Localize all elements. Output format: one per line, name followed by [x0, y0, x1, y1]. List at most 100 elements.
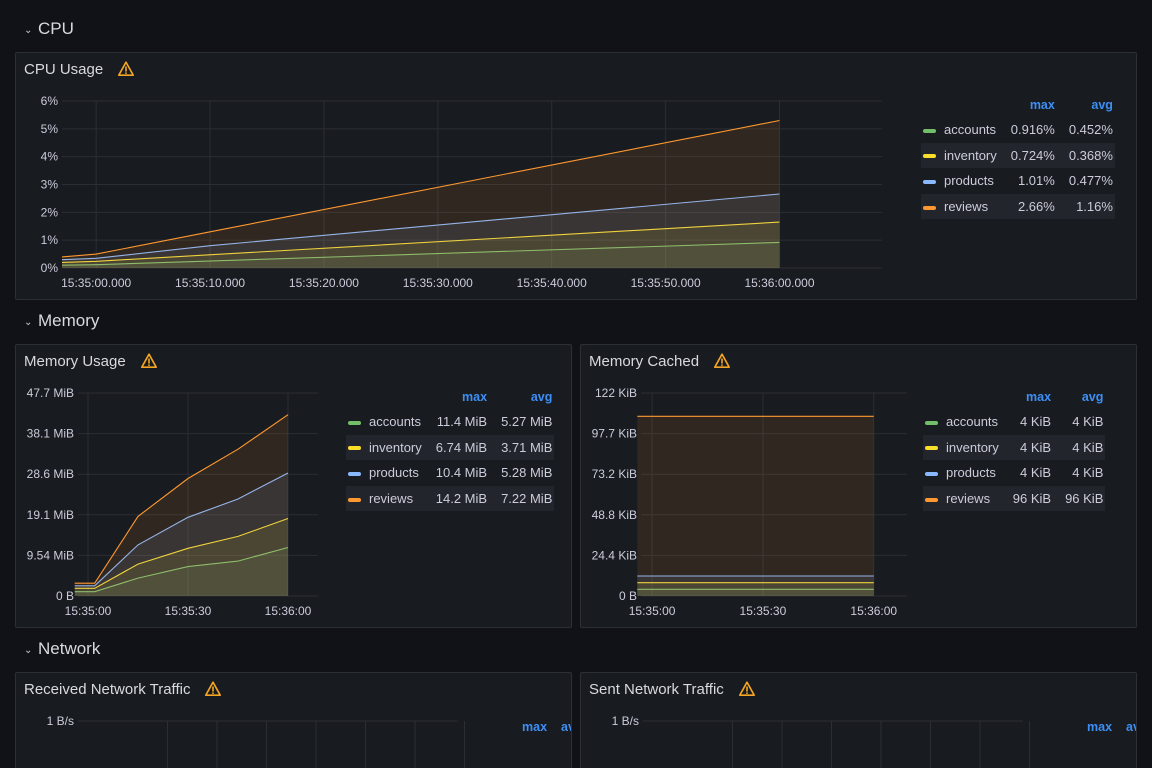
legend-series-inventory[interactable]: inventory 0.724% 0.368% — [921, 142, 1115, 169]
legend-header-row: maxavg — [923, 385, 1105, 409]
legend-name: inventory — [942, 434, 1001, 461]
legend-name: reviews — [942, 485, 1001, 512]
legend-sort-avg[interactable]: avg — [489, 385, 554, 409]
legend-max: 0.916% — [1010, 122, 1055, 138]
legend-avg: 0.477% — [1068, 173, 1113, 189]
y-tick-label: 0 B — [56, 589, 74, 603]
legend-name: accounts — [946, 414, 999, 430]
legend-name: accounts — [369, 414, 422, 430]
legend-sort-avg[interactable]: avg — [1114, 715, 1136, 739]
legend-series-products[interactable]: products 10.4 MiB 5.28 MiB — [346, 460, 554, 486]
panel-received-network-traffic: Received Network Traffic 1 B/s maxavg — [15, 672, 572, 768]
chart-sent-network-traffic: 1 B/s — [612, 714, 1030, 768]
legend-swatch — [348, 446, 361, 451]
legend-sort-avg[interactable]: avg — [1053, 385, 1105, 409]
row-toggle-memory[interactable]: ⌄ Memory — [24, 311, 99, 331]
legend-avg: 4 KiB — [1072, 414, 1104, 430]
legend-swatch — [923, 154, 936, 159]
x-tick-label: 15:35:50.000 — [631, 276, 701, 290]
legend-series-accounts[interactable]: accounts 0.916% 0.452% — [921, 117, 1115, 143]
y-tick-label: 73.2 KiB — [592, 467, 637, 481]
row-toggle-cpu[interactable]: ⌄ CPU — [24, 19, 74, 39]
legend-sort-max[interactable]: max — [1075, 715, 1114, 739]
y-tick-label: 9.54 MiB — [27, 548, 74, 562]
chevron-down-icon: ⌄ — [24, 24, 33, 36]
legend-avg: 4 KiB — [1072, 465, 1104, 481]
y-tick-label: 6% — [41, 94, 59, 108]
series-area-reviews — [62, 120, 780, 268]
legend-max: 10.4 MiB — [435, 465, 488, 481]
legend-avg: 0.368% — [1056, 142, 1115, 169]
legend-series-reviews[interactable]: reviews 2.66% 1.16% — [921, 193, 1115, 220]
legend-swatch — [923, 205, 936, 210]
x-tick-label: 15:35:00.000 — [61, 276, 131, 290]
series-area-reviews — [74, 414, 288, 596]
legend-series-accounts[interactable]: accounts 11.4 MiB 5.27 MiB — [346, 409, 554, 435]
y-tick-label: 47.7 MiB — [27, 386, 74, 400]
legend-sort-max[interactable]: max — [1001, 385, 1053, 409]
panel-sent-network-traffic: Sent Network Traffic 1 B/s maxavg — [580, 672, 1137, 768]
chart-received-network-traffic: 1 B/s — [47, 714, 465, 768]
y-tick-label: 3% — [41, 178, 59, 192]
y-tick-label: 4% — [41, 150, 59, 164]
legend-avg: 0.452% — [1068, 122, 1113, 138]
legend-series-products[interactable]: products 4 KiB 4 KiB — [923, 460, 1105, 486]
legend-avg: 3.71 MiB — [489, 434, 555, 461]
y-tick-label: 5% — [41, 122, 59, 136]
x-tick-label: 15:35:30.000 — [403, 276, 473, 290]
legend-received-network-traffic: maxavg — [482, 715, 571, 739]
legend-header-row: maxavg — [921, 93, 1115, 117]
legend-header-row: maxavg — [346, 385, 554, 409]
legend-swatch — [923, 128, 936, 133]
legend-max: 2.66% — [998, 193, 1057, 220]
legend-sort-avg[interactable]: avg — [1057, 93, 1115, 117]
legend-series-accounts[interactable]: accounts 4 KiB 4 KiB — [923, 409, 1105, 435]
legend-sort-max[interactable]: max — [510, 715, 549, 739]
legend-max: 1.01% — [1017, 173, 1055, 189]
legend-name: inventory — [365, 434, 424, 461]
chart-memory-usage: 0 B 9.54 MiB 19.1 MiB 28.6 MiB 38.1 MiB 47.7 … — [27, 386, 318, 618]
legend-name: inventory — [940, 142, 999, 169]
legend-swatch — [923, 180, 936, 185]
y-tick-label: 97.7 KiB — [592, 427, 637, 441]
legend-sort-max[interactable]: max — [999, 93, 1057, 117]
x-tick-label: 15:36:00 — [850, 604, 897, 618]
x-tick-label: 15:35:10.000 — [175, 276, 245, 290]
chevron-down-icon: ⌄ — [24, 644, 33, 656]
legend-header-row: maxavg — [1047, 715, 1136, 739]
y-tick-label: 1 B/s — [612, 714, 639, 728]
x-tick-label: 15:36:00 — [265, 604, 312, 618]
legend-avg: 1.16% — [1056, 193, 1115, 220]
legend-memory-cached: max avg accounts 4 KiB 4 KiB inventory 4 KiB 4 … — [923, 385, 1106, 512]
chart-memory-cached: 0 B 24.4 KiB 48.8 KiB 73.2 KiB 97.7 KiB 122 K… — [592, 386, 907, 618]
row-toggle-network[interactable]: ⌄ Network — [24, 639, 100, 659]
legend-sent-network-traffic: maxavg — [1047, 715, 1136, 739]
legend-max: 96 KiB — [1000, 485, 1054, 512]
legend-series-inventory[interactable]: inventory 4 KiB 4 KiB — [923, 434, 1106, 461]
legend-name: accounts — [944, 122, 997, 138]
legend-series-reviews[interactable]: reviews 14.2 MiB 7.22 MiB — [346, 485, 555, 512]
legend-name: products — [946, 465, 996, 481]
y-tick-label: 1 B/s — [47, 714, 74, 728]
legend-swatch — [925, 446, 938, 451]
legend-series-products[interactable]: products 1.01% 0.477% — [921, 168, 1115, 194]
series-area-reviews — [637, 416, 874, 596]
legend-avg: 7.22 MiB — [489, 485, 555, 512]
legend-sort-avg[interactable]: avg — [549, 715, 571, 739]
x-tick-label: 15:36:00.000 — [744, 276, 814, 290]
legend-max: 4 KiB — [1000, 434, 1054, 461]
legend-cpu-usage: max avg accounts 0.916% 0.452% inventory 0.724… — [921, 93, 1115, 220]
row-title-network: Network — [38, 639, 101, 658]
legend-header-row: maxavg — [482, 715, 571, 739]
legend-name: reviews — [940, 193, 999, 220]
chart-cpu-usage: 0% 1% 2% 3% 4% 5% 6% 15:35:00.000 15:35:10.000 15… — [41, 94, 882, 290]
legend-swatch — [348, 472, 361, 477]
legend-swatch — [348, 420, 361, 425]
legend-sort-max[interactable]: max — [424, 385, 489, 409]
y-tick-label: 28.6 MiB — [27, 467, 74, 481]
legend-series-reviews[interactable]: reviews 96 KiB 96 KiB — [923, 485, 1106, 512]
legend-avg: 5.27 MiB — [501, 414, 553, 430]
x-tick-label: 15:35:40.000 — [517, 276, 587, 290]
legend-series-inventory[interactable]: inventory 6.74 MiB 3.71 MiB — [346, 434, 555, 461]
panel-memory-usage: Memory Usage 0 B 9.54 MiB 19.1 MiB 28.6 MiB… — [15, 344, 572, 628]
